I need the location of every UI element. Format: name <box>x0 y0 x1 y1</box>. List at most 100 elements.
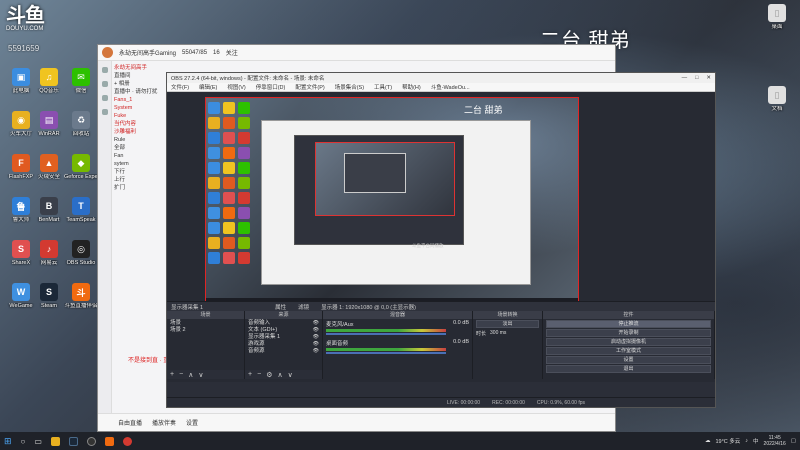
app-icon: ♪ <box>40 240 58 258</box>
minimize-icon[interactable]: — <box>682 75 688 81</box>
control-button[interactable]: 开始录制 <box>546 329 711 337</box>
clock[interactable]: 11:45 2022/4/16 <box>764 435 786 447</box>
desktop-icon[interactable]: ♪ 网易云 <box>32 240 66 267</box>
duration-input[interactable]: 300 ms <box>490 330 506 337</box>
control-button[interactable]: 工作室模式 <box>546 347 711 355</box>
transition-select[interactable]: 淡出 <box>476 320 539 328</box>
channel-tree-item[interactable]: 上行 <box>114 176 164 184</box>
obs-menu-item[interactable]: 文件(F) <box>171 83 189 91</box>
douyu-taskbar-icon[interactable] <box>104 436 114 446</box>
obs-menu-item[interactable]: 停靠窗口(D) <box>256 83 286 91</box>
netease-taskbar-icon[interactable] <box>122 436 132 446</box>
channel-tree-item[interactable]: Rule <box>114 136 164 144</box>
remove-icon[interactable]: − <box>257 371 261 378</box>
source-item[interactable]: 音频输入 👁 <box>248 320 319 327</box>
scene-item[interactable]: 场景 <box>170 320 241 327</box>
desktop-icon[interactable]: ♫ QQ音乐 <box>32 68 66 95</box>
desktop-icon[interactable]: ♻ 回收站 <box>64 111 98 138</box>
visibility-icon[interactable]: 👁 <box>313 348 319 355</box>
visibility-icon[interactable]: 👁 <box>313 334 319 341</box>
filters-button[interactable]: 滤镜 <box>298 303 309 311</box>
home-icon[interactable] <box>101 67 108 73</box>
obs-menu-item[interactable]: 帮助(H) <box>402 83 421 91</box>
channel-tree-item[interactable]: 直播中 · 请勿打扰 <box>114 88 164 96</box>
notification-icon[interactable]: ▢ <box>791 438 796 444</box>
desktop-icon[interactable]: ◆ Geforce Experience <box>64 154 98 181</box>
client-follow-button[interactable]: 关注 <box>226 48 238 57</box>
close-icon[interactable]: ✕ <box>706 75 711 81</box>
properties-button[interactable]: 属性 <box>275 303 286 311</box>
source-item[interactable]: 文本 (GDI+) 👁 <box>248 327 319 334</box>
channel-tree-item[interactable]: + 相册 <box>114 80 164 88</box>
task-view-icon[interactable]: ▭ <box>34 437 42 446</box>
source-item[interactable]: 音频源 👁 <box>248 348 319 355</box>
channel-tree-item[interactable]: 永劫无间高手 <box>114 64 164 72</box>
channel-tree-item[interactable]: 下行 <box>114 168 164 176</box>
move-up-icon[interactable]: ∧ <box>277 371 282 379</box>
source-item[interactable]: 显示器采集 1 👁 <box>248 334 319 341</box>
move-up-icon[interactable]: ∧ <box>188 371 193 379</box>
desktop-icon[interactable]: ▲ 火绒安全 <box>32 154 66 181</box>
visibility-icon[interactable]: 👁 <box>313 320 319 327</box>
channel-tree-item[interactable]: 全部 <box>114 144 164 152</box>
obs-menu-item[interactable]: 编辑(E) <box>199 83 217 91</box>
source-item[interactable]: 游戏源 👁 <box>248 341 319 348</box>
gear-icon[interactable]: ⚙ <box>266 371 272 379</box>
control-button[interactable]: 设置 <box>546 356 711 364</box>
obs-taskbar-icon[interactable] <box>86 436 96 446</box>
volume-slider[interactable] <box>326 352 446 354</box>
input-lang[interactable]: 中 <box>753 437 759 445</box>
control-button[interactable]: 退出 <box>546 365 711 373</box>
obs-menu-item[interactable]: 配置文件(P) <box>295 83 324 91</box>
desktop-icon[interactable]: 斗斗鱼直播伴侣 <box>64 283 98 310</box>
remove-icon[interactable]: − <box>179 371 183 378</box>
obs-menu-item[interactable]: 视图(V) <box>227 83 245 91</box>
move-down-icon[interactable]: ∨ <box>198 371 203 379</box>
obs-menu-item[interactable]: 场景集合(S) <box>335 83 364 91</box>
channel-tree-item[interactable]: Fan <box>114 152 164 160</box>
channel-tree-item[interactable]: 当代内容 <box>114 120 164 128</box>
channel-tree-item[interactable]: 扩门 <box>114 184 164 192</box>
add-icon[interactable]: + <box>248 371 252 378</box>
channel-tree-item[interactable]: System <box>114 104 164 112</box>
play-music-button[interactable]: 播放伴奏 <box>152 418 176 427</box>
visibility-icon[interactable]: 👁 <box>313 327 319 334</box>
desktop-icon[interactable]: ▯ 桌面 <box>760 4 794 31</box>
start-icon[interactable]: ⊞ <box>4 436 12 447</box>
channel-tree-item[interactable]: 直播间 <box>114 72 164 80</box>
file-explorer-icon[interactable] <box>50 436 60 446</box>
obs-preview-canvas[interactable]: 二台 甜弟 斗鱼平台同播放 <box>205 97 579 307</box>
star-icon[interactable] <box>101 109 108 115</box>
desktop-icon[interactable]: S Steam <box>32 283 66 310</box>
avatar[interactable] <box>102 47 113 58</box>
desktop-icon[interactable]: ▯ 文档 <box>760 86 794 113</box>
chat-icon[interactable] <box>101 95 108 101</box>
channel-tree-item[interactable]: 沙雕福利 <box>114 128 164 136</box>
search-icon[interactable]: ○ <box>21 437 26 446</box>
obs-menu-item[interactable]: 斗鱼-WadeOu... <box>431 83 470 91</box>
live-mode-button[interactable]: 自由直播 <box>118 418 142 427</box>
visibility-icon[interactable]: 👁 <box>313 341 319 348</box>
scene-item[interactable]: 场景 2 <box>170 327 241 334</box>
channel-tree-item[interactable]: Fuke <box>114 112 164 120</box>
desktop-icon[interactable]: T TeamSpeak <box>64 197 98 224</box>
steam-taskbar-icon[interactable] <box>68 436 78 446</box>
desktop-icon[interactable]: ✉ 微信 <box>64 68 98 95</box>
obs-menu-item[interactable]: 工具(T) <box>374 83 392 91</box>
preview-app-icon <box>238 117 250 129</box>
channel-tree-item[interactable]: Fans_1 <box>114 96 164 104</box>
user-icon[interactable] <box>101 81 108 87</box>
desktop-icon[interactable]: ▤ WinRAR <box>32 111 66 138</box>
desktop-icon[interactable]: ◎ OBS Studio <box>64 240 98 267</box>
display-select[interactable]: 显示器 1: 1920x1080 @ 0,0 (主显示器) <box>321 303 416 311</box>
volume-icon[interactable]: ♪ <box>745 438 748 444</box>
control-button[interactable]: 停止推流 <box>546 320 711 328</box>
desktop-icon[interactable]: B BenMart <box>32 197 66 224</box>
channel-tree-item[interactable]: sytem <box>114 160 164 168</box>
add-icon[interactable]: + <box>170 371 174 378</box>
move-down-icon[interactable]: ∨ <box>288 371 293 379</box>
volume-slider[interactable] <box>326 333 446 335</box>
maximize-icon[interactable]: □ <box>695 75 698 81</box>
settings-button[interactable]: 设置 <box>186 418 198 427</box>
control-button[interactable]: 启动虚拟摄像机 <box>546 338 711 346</box>
